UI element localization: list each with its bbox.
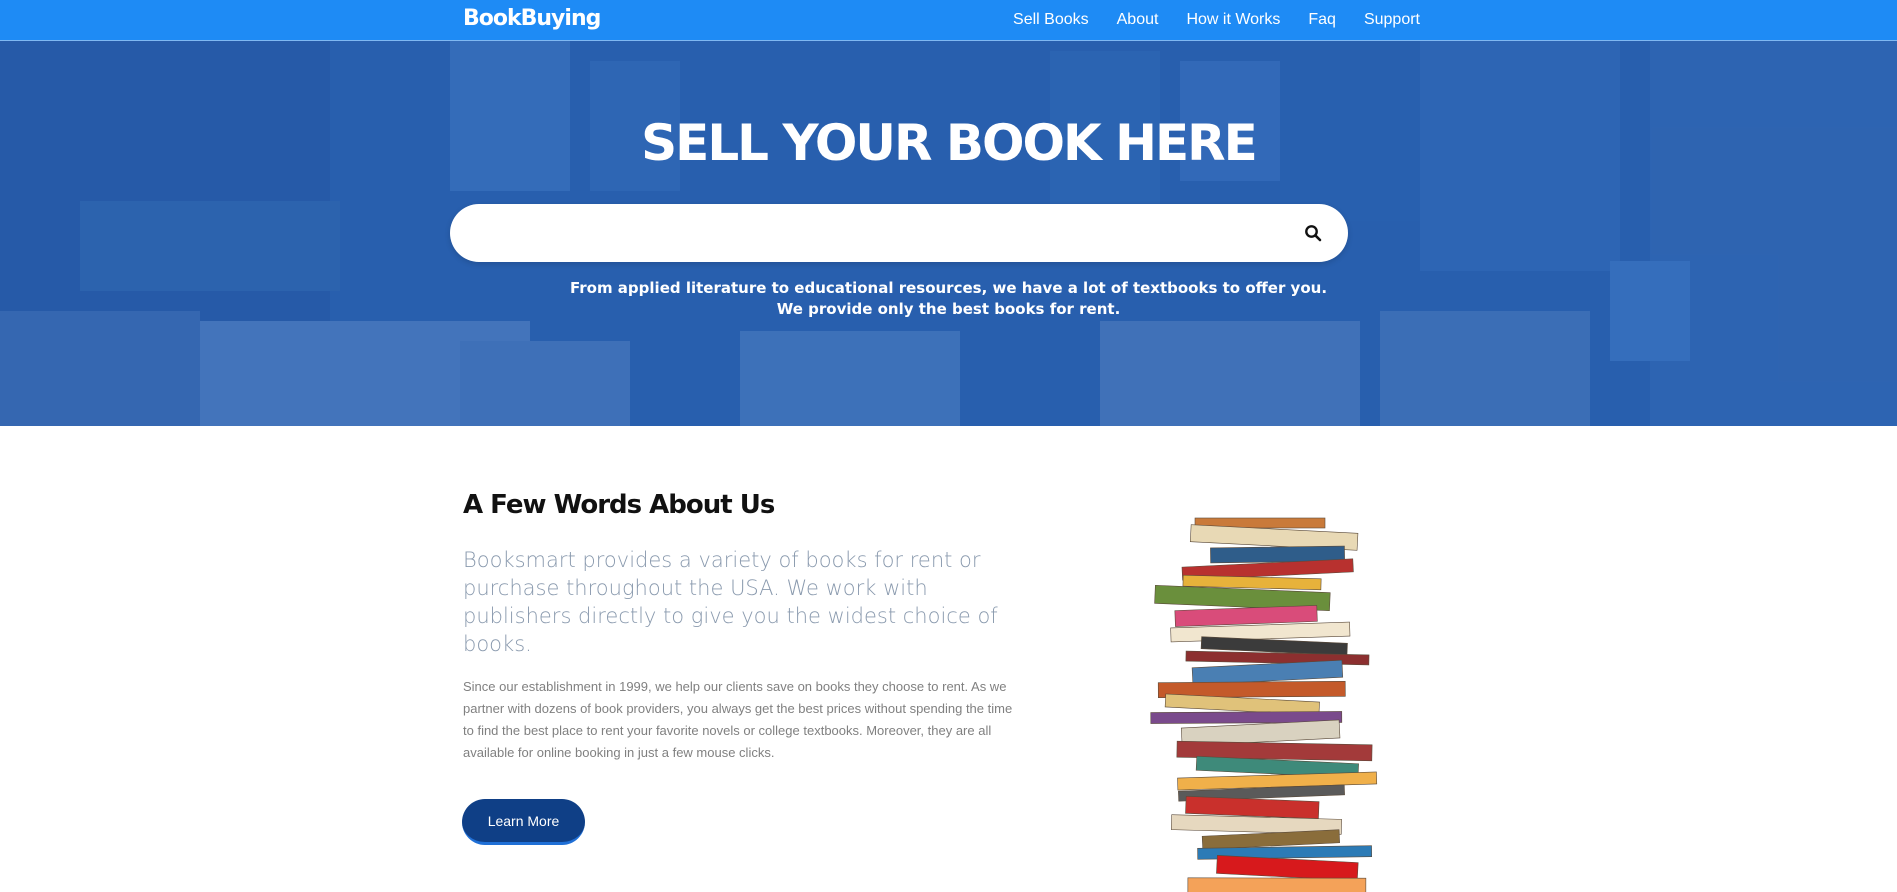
nav-about[interactable]: About (1117, 11, 1159, 29)
hero-section: SELL YOUR BOOK HERE From applied literat… (0, 41, 1897, 426)
search-input[interactable] (474, 212, 1258, 256)
nav-faq[interactable]: Faq (1308, 11, 1336, 29)
main-nav: Sell Books About How it Works Faq Suppor… (1013, 0, 1420, 40)
hero-subtitle-line-2: We provide only the best books for rent. (776, 300, 1121, 318)
about-body-text: Since our establishment in 1999, we help… (463, 679, 1013, 760)
stacked-book (1191, 659, 1344, 686)
search-bar (450, 204, 1348, 262)
nav-how-it-works[interactable]: How it Works (1186, 11, 1280, 29)
nav-support[interactable]: Support (1364, 11, 1420, 29)
hero-subtitle-line-1: From applied literature to educational r… (569, 279, 1328, 297)
book-stack-image (1150, 517, 1378, 892)
stacked-book (1187, 877, 1367, 892)
nav-sell-books[interactable]: Sell Books (1013, 11, 1089, 29)
stacked-book (1174, 605, 1318, 627)
learn-more-button[interactable]: Learn More (462, 799, 585, 845)
about-lead-text: Booksmart provides a variety of books fo… (463, 548, 998, 656)
search-icon[interactable] (1298, 218, 1328, 248)
about-title: A Few Words About Us (463, 490, 775, 520)
brand-logo[interactable]: BookBuying (463, 4, 601, 34)
top-navbar: BookBuying Sell Books About How it Works… (0, 0, 1897, 41)
stacked-book (1216, 855, 1359, 881)
hero-title: SELL YOUR BOOK HERE (641, 114, 1258, 172)
hero-subtitle: From applied literature to educational r… (0, 278, 1897, 320)
